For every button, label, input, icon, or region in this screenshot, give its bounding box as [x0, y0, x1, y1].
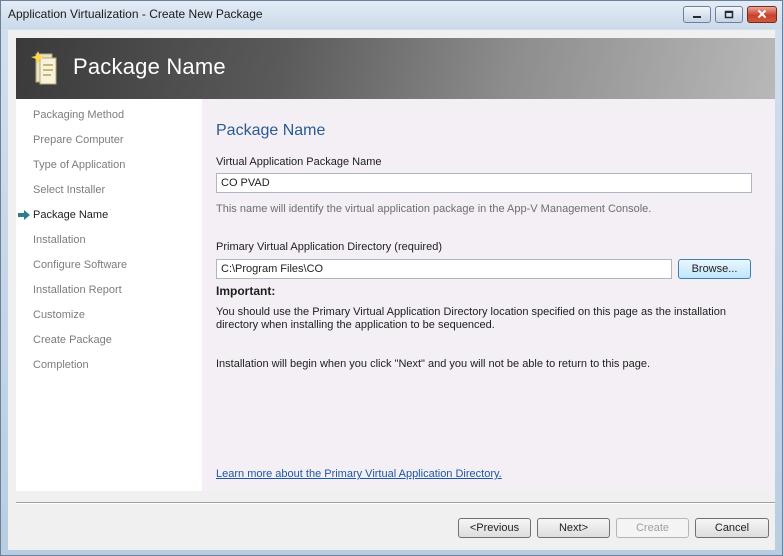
directory-label: Primary Virtual Application Directory (r… — [216, 241, 442, 253]
previous-button[interactable]: <Previous — [458, 518, 531, 538]
banner-title: Package Name — [73, 54, 226, 79]
nav-step-installation-report: Installation Report — [33, 284, 122, 296]
package-name-label: Virtual Application Package Name — [216, 156, 382, 168]
next-warning-text: Installation will begin when you click "… — [216, 358, 650, 370]
next-button[interactable]: Next> — [537, 518, 610, 538]
minimize-button[interactable] — [683, 6, 711, 23]
nav-step-completion: Completion — [33, 359, 89, 371]
maximize-icon — [724, 8, 734, 22]
package-wizard-icon — [30, 50, 64, 86]
nav-step-package-name: Package Name — [33, 209, 109, 221]
important-text-line2: directory when installing the applicatio… — [216, 319, 495, 331]
cancel-button[interactable]: Cancel — [695, 518, 769, 538]
important-label: Important: — [216, 284, 276, 298]
title-bar[interactable]: Application Virtualization - Create New … — [1, 1, 782, 29]
arrow-right-icon — [17, 209, 31, 221]
nav-step-prepare-computer: Prepare Computer — [33, 134, 124, 146]
page-title: Package Name — [216, 122, 326, 139]
close-button[interactable] — [747, 6, 777, 23]
important-text-line1: You should use the Primary Virtual Appli… — [216, 306, 726, 318]
minimize-icon — [692, 8, 702, 22]
nav-step-type-of-application: Type of Application — [33, 159, 126, 171]
wizard-window: Application Virtualization - Create New … — [0, 0, 783, 556]
footer-divider — [16, 502, 775, 504]
page-content: Package Name Virtual Application Package… — [202, 99, 775, 491]
close-icon — [757, 8, 767, 22]
wizard-client-area: Package Name Packaging Method Prepare Co… — [8, 30, 775, 550]
package-name-input[interactable] — [216, 173, 752, 193]
browse-button[interactable]: Browse... — [678, 259, 751, 279]
nav-step-configure-software: Configure Software — [33, 259, 128, 271]
window-title: Application Virtualization - Create New … — [8, 7, 263, 21]
directory-input[interactable] — [216, 259, 672, 279]
nav-step-packaging-method: Packaging Method — [33, 109, 125, 121]
wizard-steps-nav: Packaging Method Prepare Computer Type o… — [16, 99, 202, 491]
nav-step-select-installer: Select Installer — [33, 184, 106, 196]
create-button[interactable]: Create — [616, 518, 689, 538]
nav-step-create-package: Create Package — [33, 334, 112, 346]
learn-more-link[interactable]: Learn more about the Primary Virtual App… — [216, 468, 502, 480]
header-banner: Package Name — [16, 38, 775, 99]
nav-step-customize: Customize — [33, 309, 85, 321]
package-name-hint: This name will identify the virtual appl… — [216, 203, 652, 215]
maximize-button[interactable] — [715, 6, 743, 23]
nav-step-installation: Installation — [33, 234, 86, 246]
